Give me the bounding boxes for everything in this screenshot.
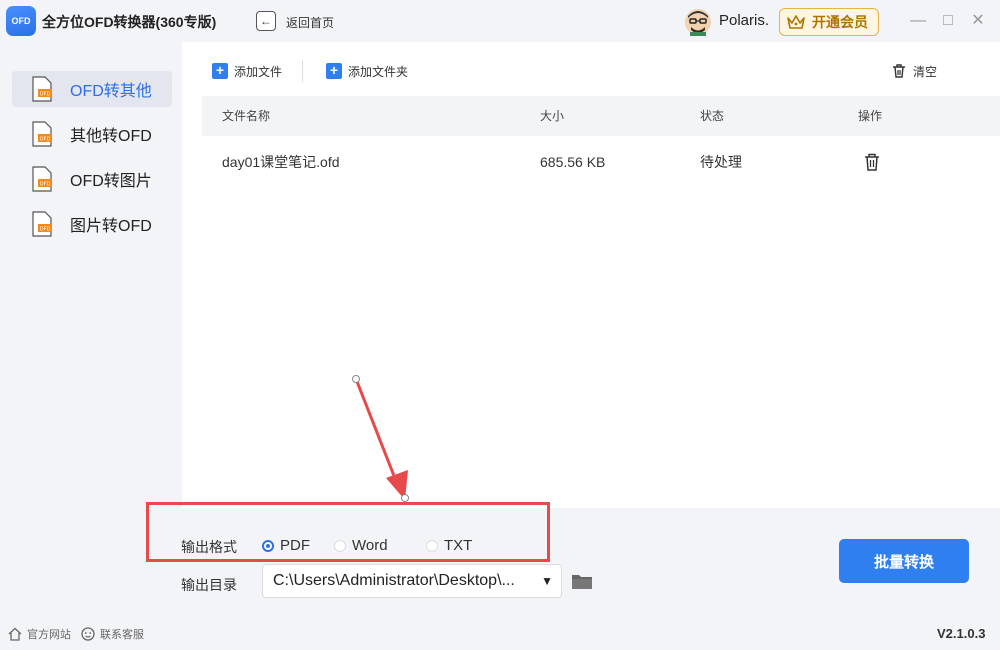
trash-icon (865, 153, 879, 171)
crown-icon (787, 15, 805, 29)
ofd-file-icon: OFD (32, 211, 52, 237)
table-row: day01课堂笔记.ofd 685.56 KB 待处理 (202, 142, 1000, 182)
row-filename: day01课堂笔记.ofd (222, 154, 340, 170)
vip-button[interactable]: 开通会员 (779, 8, 879, 36)
folder-icon[interactable] (571, 572, 593, 590)
website-link[interactable]: 官方网站 (8, 626, 71, 642)
svg-text:OFD: OFD (40, 227, 51, 233)
header-filename: 文件名称 (222, 109, 271, 123)
header-size: 大小 (540, 109, 565, 123)
output-dir-value: C:\Users\Administrator\Desktop\... (273, 572, 515, 589)
row-size: 685.56 KB (540, 154, 606, 170)
toolbar-divider (302, 60, 303, 82)
plus-icon: + (212, 63, 228, 79)
sidebar-item-label: 其他转OFD (70, 128, 152, 145)
delete-row-button[interactable] (864, 153, 880, 171)
ofd-file-icon: OFD (32, 166, 52, 192)
add-folder-label: 添加文件夹 (348, 64, 409, 79)
sidebar-item-label: OFD转其他 (70, 83, 152, 100)
title-bar: OFD 全方位OFD转换器(360专版) ← 返回首页 Polaris. 开通会… (0, 0, 1000, 42)
file-list-panel: + 添加文件 + 添加文件夹 清空 文件名称 大小 状态 操作 day01课堂笔… (182, 42, 1000, 508)
avatar[interactable] (684, 8, 712, 36)
minimize-icon[interactable]: — (909, 12, 927, 30)
headset-icon (81, 627, 95, 641)
header-action: 操作 (858, 109, 883, 123)
home-icon (8, 627, 22, 641)
sidebar-item-ofd-to-other[interactable]: OFD OFD转其他 (12, 71, 172, 107)
website-label: 官方网站 (27, 629, 71, 641)
table-header: 文件名称 大小 状态 操作 (202, 96, 1000, 136)
add-file-label: 添加文件 (234, 64, 283, 79)
username[interactable]: Polaris. (719, 12, 769, 29)
vip-label: 开通会员 (812, 14, 868, 30)
output-dir-label: 输出目录 (181, 577, 237, 593)
sidebar-item-ofd-to-image[interactable]: OFD OFD转图片 (12, 161, 172, 197)
app-title: 全方位OFD转换器(360专版) (42, 14, 217, 30)
support-label: 联系客服 (100, 629, 144, 641)
support-link[interactable]: 联系客服 (81, 626, 144, 642)
back-home-link[interactable]: 返回首页 (286, 14, 334, 31)
sidebar-item-other-to-ofd[interactable]: OFD 其他转OFD (12, 116, 172, 152)
svg-text:OFD: OFD (40, 182, 51, 188)
header-status: 状态 (700, 109, 725, 123)
trash-icon (893, 64, 905, 78)
output-dir-select[interactable]: C:\Users\Administrator\Desktop\... ▼ (262, 564, 562, 598)
svg-text:OFD: OFD (40, 137, 51, 143)
sidebar-item-label: 图片转OFD (70, 218, 152, 235)
back-arrow-icon[interactable]: ← (256, 11, 276, 31)
row-status: 待处理 (700, 154, 742, 170)
clear-label: 清空 (913, 64, 938, 79)
svg-text:OFD: OFD (40, 92, 51, 98)
clear-button[interactable]: 清空 (891, 60, 937, 82)
folder-plus-icon: + (326, 63, 342, 79)
add-file-button[interactable]: + 添加文件 (212, 60, 282, 82)
close-icon[interactable]: ✕ (969, 12, 987, 30)
app-logo: OFD (6, 6, 36, 36)
sidebar-item-image-to-ofd[interactable]: OFD 图片转OFD (12, 206, 172, 242)
maximize-icon[interactable]: □ (939, 12, 957, 30)
ofd-file-icon: OFD (32, 121, 52, 147)
annotation-highlight-box (146, 502, 550, 562)
sidebar-item-label: OFD转图片 (70, 173, 152, 190)
version-label: V2.1.0.3 (937, 626, 986, 641)
add-folder-button[interactable]: + 添加文件夹 (326, 60, 408, 82)
ofd-file-icon: OFD (32, 76, 52, 102)
caret-down-icon: ▼ (541, 574, 553, 588)
batch-convert-button[interactable]: 批量转换 (839, 539, 969, 583)
